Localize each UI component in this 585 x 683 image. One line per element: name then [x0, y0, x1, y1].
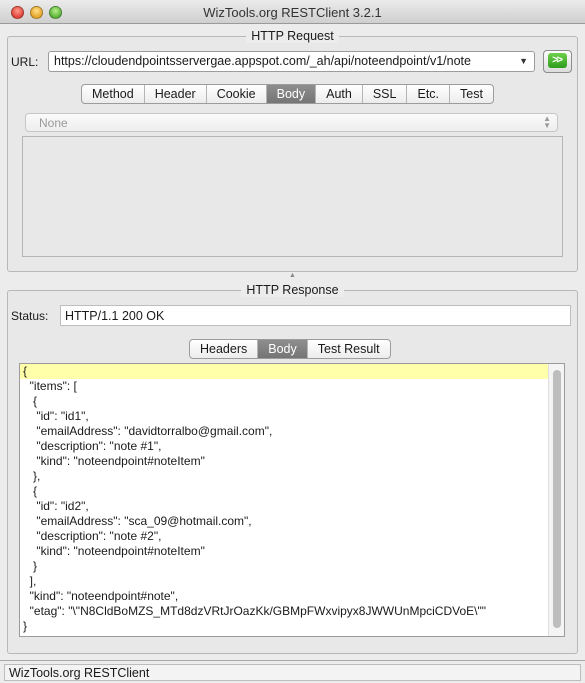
window-title: WizTools.org RESTClient 3.2.1 — [203, 5, 382, 20]
code-line: "kind": "noteendpoint#note", — [23, 589, 179, 603]
url-label: URL: — [11, 55, 39, 69]
code-line: "emailAddress": "davidtorralbo@gmail.com… — [23, 424, 273, 438]
go-arrow-icon: >> — [548, 53, 567, 68]
code-line: "kind": "noteendpoint#noteItem" — [23, 544, 205, 558]
title-bar: WizTools.org RESTClient 3.2.1 — [0, 0, 585, 24]
vertical-scrollbar[interactable] — [548, 364, 564, 636]
http-request-title: HTTP Request — [246, 29, 339, 43]
code-line: { — [23, 484, 38, 498]
code-line: "etag": "\"N8CldBoMZS_MTd8dzVRtJrOazKk/G… — [23, 604, 486, 618]
status-bar: WizTools.org RESTClient — [0, 660, 585, 683]
tab-etc[interactable]: Etc. — [407, 85, 451, 103]
url-value: https://cloudendpointsservergae.appspot.… — [54, 54, 471, 68]
code-line: "emailAddress": "sca_09@hotmail.com", — [23, 514, 252, 528]
code-line: "kind": "noteendpoint#noteItem" — [23, 454, 205, 468]
http-response-title: HTTP Response — [241, 283, 344, 297]
code-line: "id": "id1", — [23, 409, 89, 423]
tab-header[interactable]: Header — [145, 85, 207, 103]
tab-body[interactable]: Body — [266, 85, 317, 103]
scrollbar-thumb[interactable] — [553, 370, 561, 628]
status-field[interactable]: HTTP/1.1 200 OK — [60, 305, 571, 326]
code-line: }, — [23, 469, 41, 483]
code-line: } — [23, 559, 38, 573]
tab-test[interactable]: Test — [450, 85, 493, 103]
status-bar-text: WizTools.org RESTClient — [4, 664, 581, 681]
response-tabs: Headers Body Test Result — [189, 339, 391, 359]
tab-headers[interactable]: Headers — [190, 340, 259, 358]
status-label: Status: — [11, 309, 49, 323]
code-line: "id": "id2", — [23, 499, 89, 513]
send-request-button[interactable]: >> — [543, 50, 572, 73]
code-line: "items": [ — [23, 379, 77, 393]
content-type-value: None — [39, 116, 68, 130]
code-line: "description": "note #2", — [23, 529, 162, 543]
code-line: { — [20, 364, 564, 379]
tab-ssl[interactable]: SSL — [363, 85, 408, 103]
tab-auth[interactable]: Auth — [316, 85, 363, 103]
code-line: } — [23, 619, 28, 633]
tab-cookie[interactable]: Cookie — [207, 85, 267, 103]
tab-test-result[interactable]: Test Result — [308, 340, 390, 358]
code-line: ], — [23, 574, 37, 588]
split-pane-divider[interactable]: ▲ — [0, 272, 585, 279]
tab-response-body[interactable]: Body — [258, 340, 308, 358]
code-line: { — [23, 394, 38, 408]
content-type-select[interactable]: None ▲ ▼ — [25, 113, 558, 132]
request-body-editor[interactable] — [22, 136, 563, 257]
tab-method[interactable]: Method — [82, 85, 145, 103]
response-body-editor[interactable]: { "items": [ { "id": "id1", "emailAddres… — [19, 363, 565, 637]
url-input[interactable]: https://cloudendpointsservergae.appspot.… — [48, 51, 535, 72]
updown-arrows-icon: ▲ ▼ — [543, 114, 551, 130]
request-tabs: Method Header Cookie Body Auth SSL Etc. … — [81, 84, 494, 104]
code-line: "description": "note #1", — [23, 439, 162, 453]
chevron-down-icon[interactable]: ▼ — [519, 56, 528, 66]
